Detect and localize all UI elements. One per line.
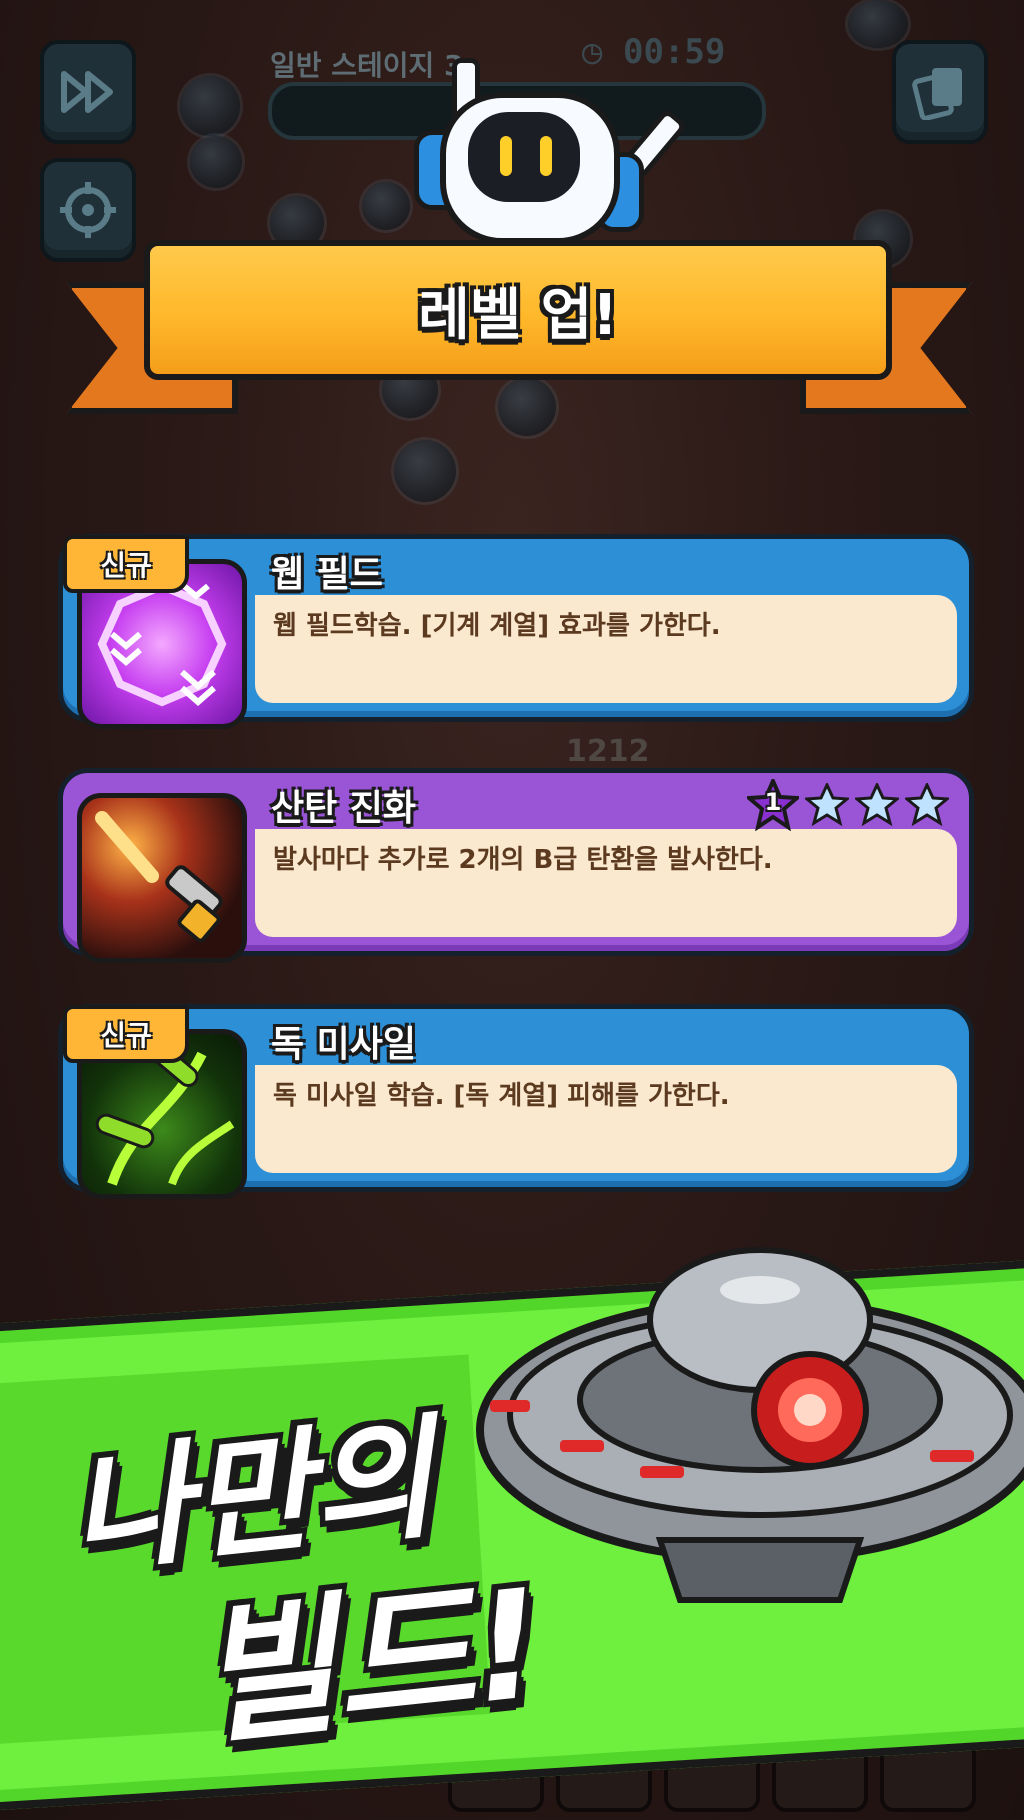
robot-eye xyxy=(500,136,512,176)
card-title: 웹 필드 xyxy=(271,554,383,595)
card-title: 산탄 진화 xyxy=(271,788,417,829)
empty-star-icon xyxy=(905,783,949,827)
target-icon xyxy=(60,182,116,238)
background-meteor xyxy=(498,378,556,436)
cards-icon xyxy=(912,68,962,120)
background-meteor xyxy=(848,0,908,48)
card-description: 발사마다 추가로 2개의 B급 탄환을 발사한다. xyxy=(273,845,773,875)
level-star-icon: 1 xyxy=(743,776,803,832)
robot-eye xyxy=(540,136,552,176)
background-meteor xyxy=(394,440,456,502)
damage-number: 1212 xyxy=(566,734,650,769)
stage-label: 일반 스테이지 3 xyxy=(270,49,464,82)
empty-star-icon xyxy=(855,783,899,827)
clock-icon: ◷ xyxy=(582,32,603,72)
background-meteor xyxy=(362,182,410,230)
background-meteor xyxy=(180,76,240,136)
timer-value: 00:59 xyxy=(622,32,726,72)
card-description: 웹 필드학습. [기계 계열] 효과를 가한다. xyxy=(273,611,721,641)
cards-button[interactable] xyxy=(892,40,988,144)
skill-card-shotgun-evolution[interactable]: 산탄 진화 1 발사마다 추가로 2개의 B급 탄환을 발사한다. xyxy=(58,768,974,963)
stage-timer: ◷ 00:59 xyxy=(582,32,725,72)
new-badge: 신규 xyxy=(63,535,189,593)
card-description: 독 미사일 학습. [독 계열] 피해를 가한다. xyxy=(273,1081,730,1111)
background-meteor xyxy=(190,136,242,188)
skill-card-poison-missile[interactable]: 신규 독 미사일 독 미사일 학습. [독 계열] 피해를 가한다. xyxy=(58,1004,974,1199)
ufo-illustration xyxy=(476,1247,1024,1603)
empty-star-icon xyxy=(805,783,849,827)
robot-face xyxy=(468,112,580,202)
shotgun-icon xyxy=(77,793,247,963)
card-title: 독 미사일 xyxy=(271,1024,417,1065)
new-badge: 신규 xyxy=(63,1005,189,1063)
skill-card-web-field[interactable]: 신규 웹 필드 웹 필드학습. [기계 계열] 효과를 가한다. xyxy=(58,534,974,729)
fast-forward-button[interactable] xyxy=(40,40,136,144)
level-up-banner: 레벨 업! xyxy=(144,240,892,380)
auto-target-button[interactable] xyxy=(40,158,136,262)
banner-title: 레벨 업! xyxy=(418,282,618,348)
promo-headline-line2: 빌드! xyxy=(189,1557,550,1767)
fast-forward-icon xyxy=(61,71,113,113)
star-rating: 1 xyxy=(743,776,949,832)
star-level-number: 1 xyxy=(764,788,782,816)
